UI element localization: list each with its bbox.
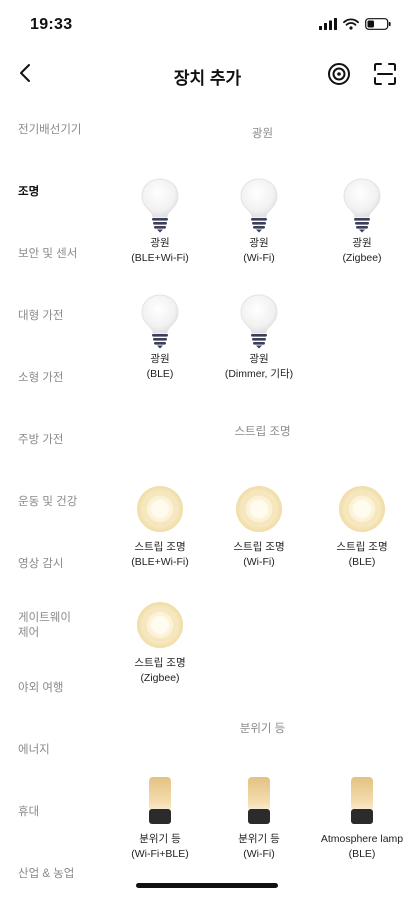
device-name: Atmosphere lamp: [320, 833, 404, 845]
light-strip-icon: [130, 597, 190, 653]
device-protocol: (Zigbee): [342, 252, 382, 264]
qr-scan-button[interactable]: [371, 60, 399, 88]
device-name: 광원: [249, 353, 269, 365]
light-strip-icon: [130, 481, 190, 537]
category-portable[interactable]: 휴대: [18, 805, 110, 820]
category-gateway-control[interactable]: 게이트웨이 제어: [18, 611, 80, 641]
device-protocol: (Wi-Fi): [243, 556, 275, 568]
qr-scan-icon: [374, 63, 396, 85]
light-strip-icon: [332, 481, 392, 537]
section-header-ambient-lamp: 분위기 등: [239, 723, 286, 735]
section-header-light-source: 광원: [251, 128, 274, 140]
device-card[interactable]: 스트립 조명 (Zigbee): [110, 597, 210, 686]
device-name: 분위기 등: [238, 833, 280, 845]
category-industry-agriculture[interactable]: 산업 & 농업: [18, 867, 110, 882]
device-name: 스트립 조명: [233, 541, 285, 553]
device-card[interactable]: 광원 (BLE+Wi-Fi): [110, 177, 210, 266]
device-protocol: (BLE+Wi-Fi): [131, 556, 189, 568]
device-card[interactable]: 스트립 조명 (BLE): [312, 481, 412, 570]
category-security-sensors[interactable]: 보안 및 센서: [18, 247, 110, 262]
chevron-left-icon: [20, 64, 30, 82]
signal-icon: [319, 18, 337, 30]
device-card[interactable]: 광원 (Dimmer, 기타): [209, 293, 309, 382]
category-sidebar: 전기배선기기 조명 보안 및 센서 대형 가전 소형 가전 주방 가전 운동 및…: [0, 105, 110, 900]
category-lighting[interactable]: 조명: [18, 185, 110, 200]
category-small-appliances[interactable]: 소형 가전: [18, 371, 110, 386]
category-fitness-health[interactable]: 운동 및 건강: [18, 495, 110, 510]
bulb-icon: [130, 293, 190, 349]
device-protocol: (Wi-Fi): [243, 252, 275, 264]
nav-bar: 장치 추가: [0, 52, 415, 96]
status-icons: [319, 18, 391, 30]
wifi-icon: [343, 18, 359, 30]
device-card[interactable]: 광원 (BLE): [110, 293, 210, 382]
device-protocol: (Wi-Fi): [243, 848, 275, 860]
device-card[interactable]: 광원 (Zigbee): [312, 177, 412, 266]
status-time: 19:33: [30, 16, 73, 33]
bulb-icon: [229, 177, 289, 233]
device-card[interactable]: 광원 (Wi-Fi): [209, 177, 309, 266]
ambient-lamp-icon: [229, 773, 289, 829]
home-indicator[interactable]: [136, 883, 278, 888]
auto-scan-button[interactable]: [325, 60, 353, 88]
device-protocol: (BLE): [348, 556, 376, 568]
ambient-lamp-icon: [332, 773, 392, 829]
category-energy[interactable]: 에너지: [18, 743, 110, 758]
device-name: 스트립 조명: [134, 541, 186, 553]
category-kitchen-appliances[interactable]: 주방 가전: [18, 433, 110, 448]
device-name: 광원: [150, 237, 170, 249]
device-protocol: (BLE): [348, 848, 376, 860]
light-strip-icon: [229, 481, 289, 537]
ambient-lamp-icon: [130, 773, 190, 829]
section-header-light-strip: 스트립 조명: [234, 426, 291, 438]
battery-icon: [365, 18, 391, 30]
device-name: 스트립 조명: [134, 657, 186, 669]
device-card[interactable]: 스트립 조명 (Wi-Fi): [209, 481, 309, 570]
device-name: 광원: [249, 237, 269, 249]
bulb-icon: [229, 293, 289, 349]
device-card[interactable]: 분위기 등 (Wi-Fi): [209, 773, 309, 862]
category-outdoor-travel[interactable]: 야외 여행: [18, 681, 110, 696]
device-card[interactable]: 분위기 등 (Wi-Fi+BLE): [110, 773, 210, 862]
category-large-appliances[interactable]: 대형 가전: [18, 309, 110, 324]
device-protocol: (Zigbee): [140, 672, 180, 684]
bulb-icon: [130, 177, 190, 233]
device-protocol: (BLE+Wi-Fi): [131, 252, 189, 264]
bulb-icon: [332, 177, 392, 233]
device-catalog: 광원 광원 (BLE+Wi-Fi) 광원 (Wi-Fi) 광원 (Zigbee)…: [110, 105, 415, 900]
device-name: 광원: [150, 353, 170, 365]
category-video-surveillance[interactable]: 영상 감시: [18, 557, 110, 572]
device-protocol: (Wi-Fi+BLE): [131, 848, 189, 860]
scan-nearby-icon: [328, 63, 350, 85]
status-bar: 19:33: [0, 0, 415, 50]
device-card[interactable]: 스트립 조명 (BLE+Wi-Fi): [110, 481, 210, 570]
device-name: 광원: [352, 237, 372, 249]
category-electrical[interactable]: 전기배선기기: [18, 123, 110, 138]
back-button[interactable]: [10, 58, 40, 88]
device-protocol: (Dimmer, 기타): [224, 368, 294, 380]
device-protocol: (BLE): [146, 368, 174, 380]
device-name: 스트립 조명: [336, 541, 388, 553]
nav-actions: [325, 60, 399, 88]
device-name: 분위기 등: [139, 833, 181, 845]
device-card[interactable]: Atmosphere lamp (BLE): [312, 773, 412, 862]
